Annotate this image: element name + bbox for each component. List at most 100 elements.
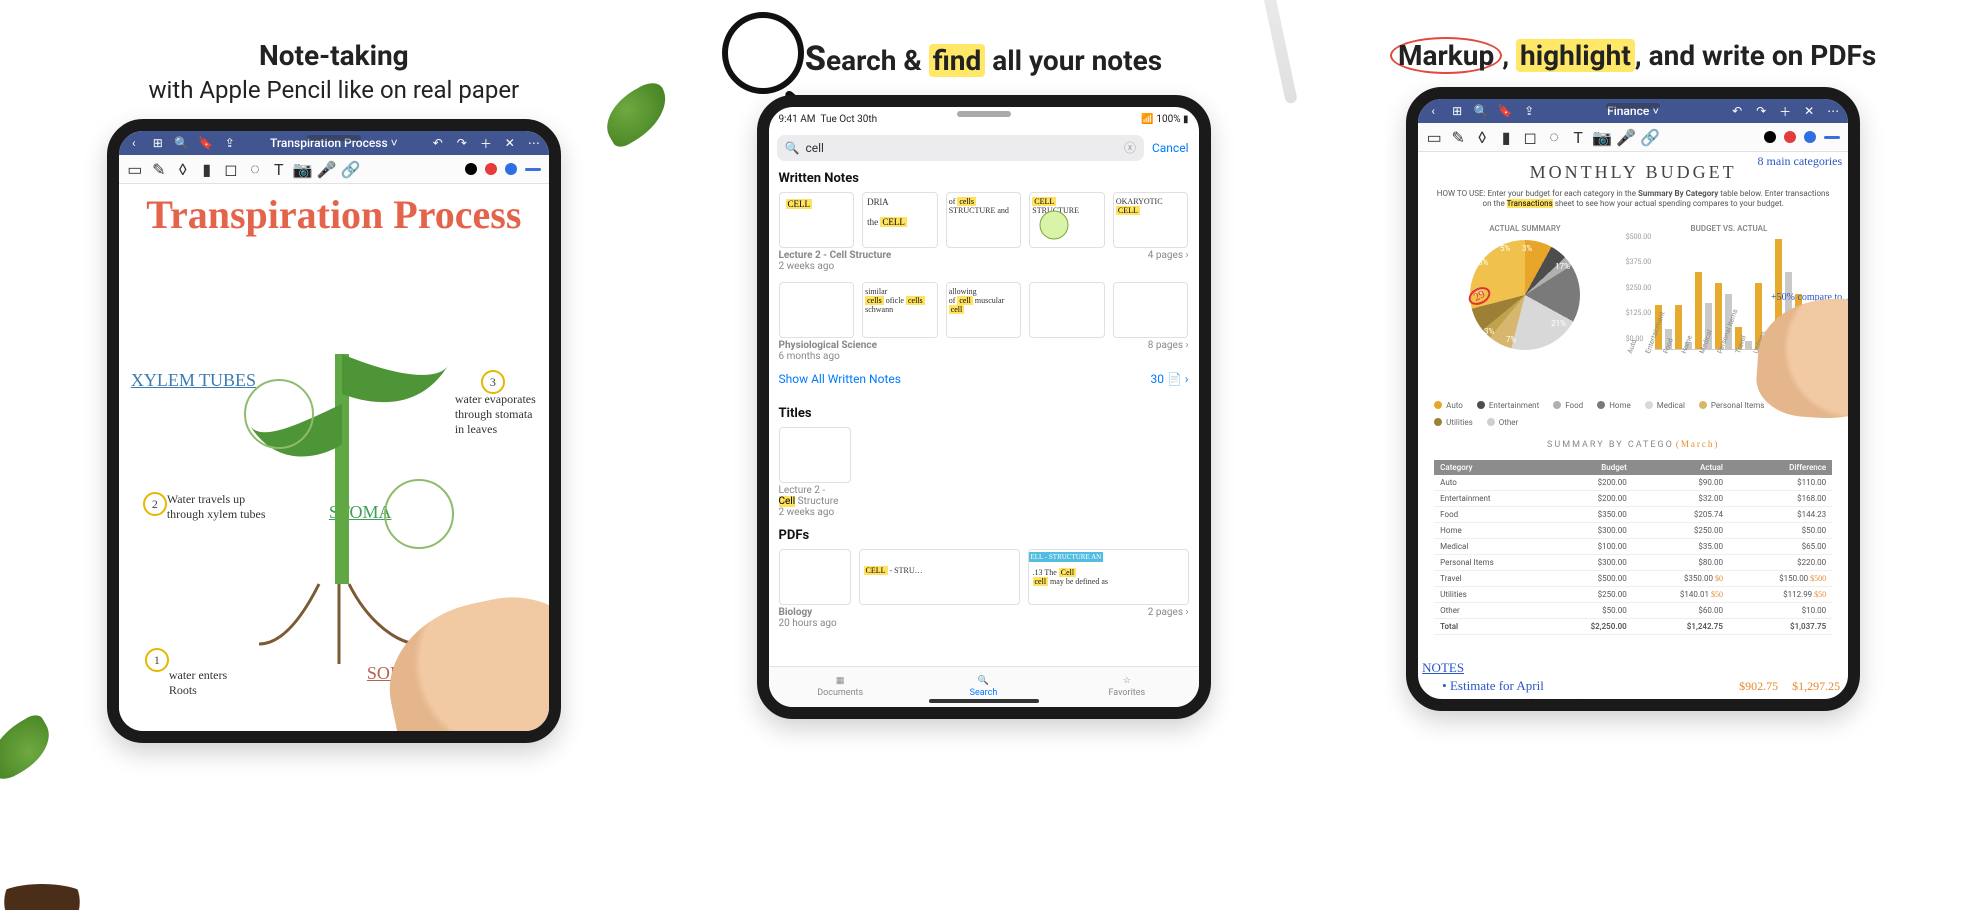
stroke-width[interactable] <box>525 168 541 171</box>
headline: Markup, highlight, and write on PDFs <box>1390 38 1876 73</box>
eraser-icon[interactable]: ◊ <box>1474 129 1490 145</box>
headline-highlight: find <box>929 44 986 77</box>
thumb[interactable]: allowingof cell muscular cell <box>946 282 1022 338</box>
tab-favorites[interactable]: ☆Favorites <box>1055 667 1198 707</box>
search-value: cell <box>805 141 1118 155</box>
mic-icon[interactable]: 🎤 <box>1618 129 1634 145</box>
color-blue[interactable] <box>1804 131 1816 143</box>
camera-icon[interactable]: 📷 <box>295 161 311 177</box>
color-red[interactable] <box>1784 131 1796 143</box>
layout-icon[interactable]: ▭ <box>127 161 143 177</box>
thumb[interactable]: of cellsSTRUCTURE and <box>946 192 1022 248</box>
more-icon[interactable]: ⋯ <box>1826 104 1840 118</box>
eraser-icon[interactable]: ◊ <box>175 161 191 177</box>
redo-icon[interactable]: ↷ <box>455 136 469 150</box>
highlighter-icon[interactable]: ▮ <box>1498 129 1514 145</box>
aside-1: water enters Roots <box>169 668 255 698</box>
ipad-frame: 9:41 AM Tue Oct 30th 📶 100% ▮ 🔍 cell ⓧ C… <box>757 95 1211 719</box>
section-pdfs: PDFs <box>779 528 1189 543</box>
thumb[interactable] <box>779 549 851 605</box>
close-icon[interactable]: ✕ <box>1802 104 1816 118</box>
show-all-link[interactable]: Show All Written Notes 30 📄 › <box>769 362 1199 396</box>
more-icon[interactable]: ⋯ <box>527 136 541 150</box>
headline-mid: earch & <box>826 44 929 77</box>
summary-table: CategoryBudgetActualDifference Auto$200.… <box>1434 460 1832 635</box>
shape-icon[interactable]: ◻ <box>1522 129 1538 145</box>
text-icon[interactable]: T <box>271 161 287 177</box>
aside-3: water evaporates through stomata in leav… <box>455 392 541 437</box>
bullet-2: 2 <box>143 492 167 516</box>
thumb[interactable] <box>1029 282 1105 338</box>
thumb[interactable]: CELL - STRU… <box>859 549 1020 605</box>
legend: AutoEntertainmentFoodHomeMedicalPersonal… <box>1434 401 1832 427</box>
bullet-1: 1 <box>145 648 169 672</box>
thumb[interactable]: OKARYOTIC CELL <box>1113 192 1189 248</box>
thumb[interactable]: similarcells oficle cellsschwann <box>862 282 938 338</box>
redo-icon[interactable]: ↷ <box>1754 104 1768 118</box>
mic-icon[interactable]: 🎤 <box>319 161 335 177</box>
note-total-b: $1,297.25 <box>1792 679 1840 694</box>
stroke-width[interactable] <box>1824 136 1840 139</box>
notes-label: NOTES <box>1422 660 1464 676</box>
lasso-icon[interactable]: ◌ <box>247 161 263 177</box>
undo-icon[interactable]: ↶ <box>431 136 445 150</box>
add-icon[interactable]: ＋ <box>1778 104 1792 118</box>
share-icon[interactable]: ⇪ <box>1522 104 1536 118</box>
close-icon[interactable]: ✕ <box>503 136 517 150</box>
bar-chart: BUDGET VS. ACTUAL $500.00$375.00$250.00$… <box>1626 224 1832 387</box>
headline-post: all your notes <box>985 44 1162 77</box>
lasso-icon[interactable]: ◌ <box>1546 129 1562 145</box>
bookmark-icon[interactable]: 🔖 <box>1498 104 1512 118</box>
ipad-frame: ‹ ⊞ 🔍 🔖 ⇪ Finance ˅ ↶ ↷ ＋ ✕ ⋯ ▭ ✎ ◊ ▮ ◻ … <box>1406 87 1860 711</box>
tool-row: ▭ ✎ ◊ ▮ ◻ ◌ T 📷 🎤 🔗 <box>1418 123 1848 152</box>
add-icon[interactable]: ＋ <box>479 136 493 150</box>
thumb[interactable]: ELL - STRUCTURE AN.13 The Cellcell may b… <box>1028 549 1189 605</box>
leaf-decoration <box>595 77 678 150</box>
tab-documents[interactable]: ▦Documents <box>769 667 912 707</box>
headline-sub: with Apple Pencil like on real paper <box>148 75 519 105</box>
thumb[interactable]: CELL <box>779 192 855 248</box>
camera-icon[interactable]: 📷 <box>1594 129 1610 145</box>
table-title: SUMMARY BY CATEGO(March) <box>1434 439 1832 450</box>
color-red[interactable] <box>485 163 497 175</box>
back-icon[interactable]: ‹ <box>1426 104 1440 118</box>
headline-rest: and write on PDFs <box>1642 39 1877 72</box>
grid-icon[interactable]: ⊞ <box>1450 104 1464 118</box>
home-indicator[interactable] <box>929 699 1039 703</box>
pen-icon[interactable]: ✎ <box>1450 129 1466 145</box>
color-black[interactable] <box>465 163 477 175</box>
pdf-page[interactable]: 8 main categories MONTHLY BUDGET HOW TO … <box>1418 152 1848 711</box>
cancel-button[interactable]: Cancel <box>1152 141 1189 155</box>
shape-icon[interactable]: ◻ <box>223 161 239 177</box>
link-icon[interactable]: 🔗 <box>343 161 359 177</box>
search-input[interactable]: 🔍 cell ⓧ <box>777 135 1144 161</box>
clear-icon[interactable]: ⓧ <box>1124 139 1136 156</box>
text-icon[interactable]: T <box>1570 129 1586 145</box>
share-icon[interactable]: ⇪ <box>223 136 237 150</box>
grid-icon[interactable]: ⊞ <box>151 136 165 150</box>
search-icon[interactable]: 🔍 <box>1474 104 1488 118</box>
layout-icon[interactable]: ▭ <box>1426 129 1442 145</box>
back-icon[interactable]: ‹ <box>127 136 141 150</box>
link-icon[interactable]: 🔗 <box>1642 129 1658 145</box>
search-icon: 🔍 <box>785 141 800 155</box>
bookmark-icon[interactable]: 🔖 <box>199 136 213 150</box>
note-line1: • Estimate for April <box>1442 678 1544 694</box>
highlighter-icon[interactable]: ▮ <box>199 161 215 177</box>
note-canvas[interactable]: Transpiration Process XYLEM TUBES STOMA … <box>119 184 549 732</box>
thumb[interactable] <box>1113 282 1189 338</box>
thumb[interactable]: DRlAthe CELL <box>862 192 938 248</box>
pdf-subtitle: HOW TO USE: Enter your budget for each c… <box>1434 189 1832 210</box>
thumb[interactable] <box>779 282 855 338</box>
search-icon[interactable]: 🔍 <box>175 136 189 150</box>
headline-highlight: highlight <box>1516 39 1635 72</box>
grid-icon: ▦ <box>836 676 845 686</box>
color-blue[interactable] <box>505 163 517 175</box>
color-black[interactable] <box>1764 131 1776 143</box>
thumb[interactable]: CELL STRUCTURE <box>1029 192 1105 248</box>
headline-s: S <box>805 39 826 79</box>
undo-icon[interactable]: ↶ <box>1730 104 1744 118</box>
tool-row: ▭ ✎ ◊ ▮ ◻ ◌ T 📷 🎤 🔗 <box>119 155 549 184</box>
thumb[interactable] <box>779 427 851 483</box>
pen-icon[interactable]: ✎ <box>151 161 167 177</box>
